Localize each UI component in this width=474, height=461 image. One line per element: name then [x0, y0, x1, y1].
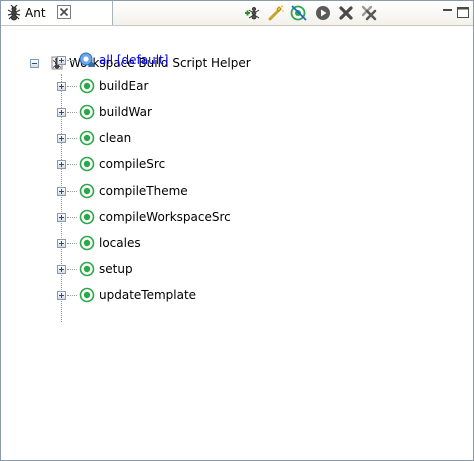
target-expand-toggle[interactable] [57, 238, 66, 248]
add-ant-icon[interactable] [243, 4, 261, 22]
target-label[interactable]: compileSrc [99, 153, 165, 175]
target-expand-toggle[interactable] [57, 160, 66, 170]
tree-branch-line [67, 138, 77, 140]
view-tabbar: Ant [1, 1, 473, 26]
ant-tree[interactable]: Workspace Build Script Helper all [defau… [1, 26, 473, 460]
target-icon [79, 183, 95, 199]
default-target-icon [79, 52, 95, 68]
target-expand-toggle[interactable] [57, 290, 66, 300]
target-label[interactable]: compileWorkspaceSrc [99, 206, 231, 228]
target-label[interactable]: compileTheme [99, 180, 188, 202]
tree-branch-line [67, 190, 77, 193]
tree-branch-line [67, 86, 77, 88]
wand-icon[interactable] [267, 4, 285, 22]
default-target-label[interactable]: all [default] [99, 49, 168, 71]
target-icon [79, 78, 95, 94]
target-label[interactable]: setup [99, 258, 133, 280]
target-icon [79, 156, 95, 172]
target-icon [79, 287, 95, 303]
target-expand-toggle[interactable] [57, 186, 66, 196]
target-expand-toggle[interactable] [57, 264, 66, 274]
maximize-icon[interactable] [456, 4, 474, 22]
ant-view: Ant Workspace Build Script Helper all [d… [0, 0, 474, 461]
target-icon [79, 209, 95, 225]
target-icon [79, 104, 95, 120]
target-icon [79, 261, 95, 277]
root-collapse-toggle[interactable] [30, 59, 39, 68]
tree-branch-line [67, 112, 77, 114]
tab-ant-label: Ant [25, 6, 46, 20]
target-label[interactable]: buildWar [99, 101, 152, 123]
target-label[interactable]: clean [99, 127, 131, 149]
target-expand-toggle[interactable] [57, 134, 66, 144]
ant-icon [6, 4, 22, 24]
remove-all-icon[interactable] [360, 4, 378, 22]
tree-branch-line [67, 164, 77, 166]
target-icon [79, 235, 95, 251]
run-icon[interactable] [314, 4, 332, 22]
target-label[interactable]: locales [99, 232, 141, 254]
target-expand-toggle[interactable] [57, 82, 66, 92]
remove-icon[interactable] [337, 4, 355, 22]
tree-branch-line [67, 60, 77, 62]
tree-branch-line [67, 294, 77, 297]
tab-ant[interactable]: Ant [1, 1, 113, 25]
target-expand-toggle[interactable] [57, 108, 66, 118]
target-icon [79, 130, 95, 146]
target-label[interactable]: updateTemplate [99, 284, 196, 306]
filter-target-icon[interactable] [290, 4, 308, 22]
target-label[interactable]: buildEar [99, 75, 148, 97]
close-x-icon[interactable] [57, 5, 71, 19]
tree-branch-line [67, 268, 77, 271]
tree-branch-line [67, 216, 77, 219]
target-expand-toggle[interactable] [57, 56, 66, 65]
target-expand-toggle[interactable] [57, 212, 66, 222]
tree-branch-line [67, 242, 77, 245]
